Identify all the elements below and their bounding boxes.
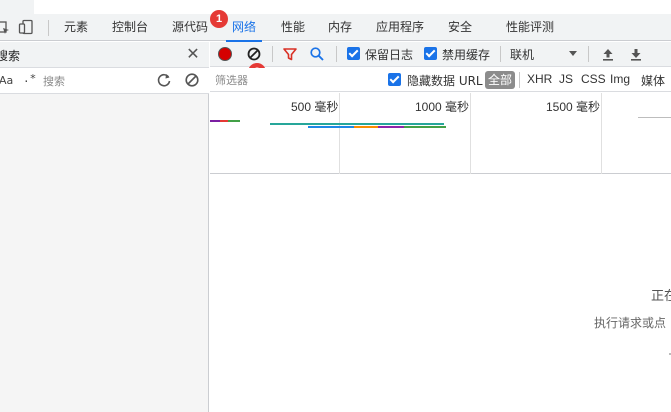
preserve-log-label: 保留日志 [365,48,414,62]
preserve-log-checkbox[interactable] [347,47,360,60]
type-filter-media[interactable]: 媒体 [641,72,665,89]
match-case-toggle[interactable]: Aa [0,74,13,87]
timeline-bar [308,126,354,128]
toolbar-separator [272,46,273,62]
network-toolbar: 保留日志 禁用缓存 联机 [210,42,671,67]
filter-icon[interactable] [282,46,298,62]
import-har-icon[interactable] [600,46,616,62]
clear-log-icon[interactable] [246,46,262,62]
tabbar-separator [48,20,49,36]
timeline-bar [404,126,446,128]
type-filter-img[interactable]: Img [610,72,630,86]
disable-cache-label: 禁用缓存 [442,48,491,62]
timeline-bar [638,117,671,118]
network-overview[interactable]: 500 毫秒 1000 毫秒 1500 毫秒 [210,93,671,174]
timeline-tick-label: 1000 毫秒 [415,100,470,114]
type-filter-js[interactable]: JS [559,72,573,86]
tab-elements[interactable]: 元素 [64,14,88,41]
tab-lighthouse[interactable]: 性能评测 [506,14,554,41]
timeline-bar [220,120,228,122]
toolbar-separator [500,46,501,62]
timeline-bar [270,123,444,125]
hide-data-urls-checkbox[interactable] [388,73,401,86]
search-panel-title: 搜索 [0,49,21,63]
chevron-down-icon[interactable] [569,51,577,56]
devtools-tabbar: 元素 控制台 源代码 网络 性能 内存 应用程序 安全 性能评测 [0,14,671,42]
search-input[interactable] [40,71,150,91]
toolbar-separator [336,46,337,62]
search-input-row: Aa .* [0,68,209,94]
refresh-icon[interactable] [156,72,172,88]
tab-sources[interactable]: 源代码 [172,14,208,41]
type-filter-css[interactable]: CSS [581,72,606,86]
device-toolbar-icon[interactable] [18,19,34,35]
empty-state-title: 正在 [651,289,671,304]
timeline-gridline [470,93,471,174]
timeline-tick-label: 500 毫秒 [291,100,339,114]
empty-state-hint: 执行请求或点 [594,316,667,330]
network-request-list: 正在 执行请求或点 [210,175,671,412]
filter-bar: 隐藏数据 URL 全部 XHR JS CSS Img 媒体 [210,68,671,92]
filter-separator [519,72,520,88]
record-icon[interactable] [217,46,233,62]
timeline-bar [210,120,220,122]
annotation-badge-1: 1 [210,10,228,28]
export-har-icon[interactable] [628,46,644,62]
toolbar-separator [588,46,589,62]
hide-data-urls-label: 隐藏数据 URL [407,74,483,88]
tab-memory[interactable]: 内存 [328,14,352,41]
timeline-tick-label: 1500 毫秒 [546,100,601,114]
close-icon[interactable]: ✕ [185,45,201,63]
timeline-gridline [601,93,602,174]
search-panel: 搜索 ✕ Aa .* [0,42,209,412]
timeline-bar [354,126,378,128]
regex-toggle[interactable]: .* [23,72,36,85]
timeline-gridline [339,93,340,174]
tab-security[interactable]: 安全 [448,14,472,41]
clear-icon[interactable] [184,72,200,88]
filter-input[interactable] [212,70,376,90]
tab-console[interactable]: 控制台 [112,14,148,41]
tab-network[interactable]: 网络 [225,14,263,42]
throttling-select[interactable]: 联机 [510,46,534,63]
tab-performance[interactable]: 性能 [281,14,305,41]
tab-application[interactable]: 应用程序 [376,14,424,41]
type-filter-xhr[interactable]: XHR [527,72,552,86]
top-strip [0,0,671,14]
timeline-bar [228,120,240,122]
disable-cache-checkbox[interactable] [424,47,437,60]
timeline-bar [378,126,404,128]
type-filter-all[interactable]: 全部 [485,71,516,89]
inspect-element-icon[interactable] [0,19,10,35]
top-strip-blank [34,0,671,14]
search-icon[interactable] [309,46,325,62]
search-panel-header: 搜索 ✕ [0,42,209,68]
